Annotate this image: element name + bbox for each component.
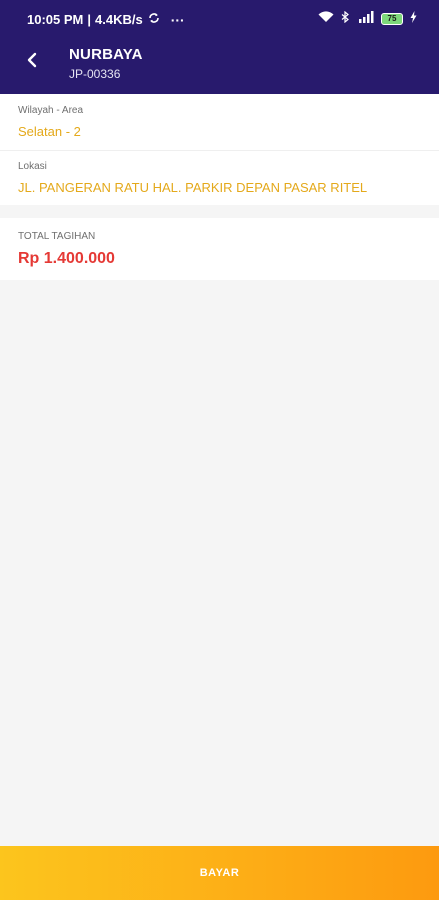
- lokasi-label: Lokasi: [18, 161, 47, 172]
- sync-icon: [147, 11, 161, 28]
- status-bar-right: 75: [318, 10, 417, 26]
- charging-icon: [410, 11, 417, 26]
- wifi-icon: [318, 11, 334, 26]
- pay-button[interactable]: BAYAR: [0, 846, 439, 900]
- billing-card: TOTAL TAGIHAN Rp 1.400.000: [0, 218, 439, 280]
- location-card: Wilayah - Area Selatan - 2 Lokasi JL. PA…: [0, 94, 439, 205]
- lokasi-value: JL. PANGERAN RATU HAL. PARKIR DEPAN PASA…: [18, 180, 368, 195]
- total-label: TOTAL TAGIHAN: [18, 231, 96, 242]
- bluetooth-icon: [341, 10, 349, 26]
- battery-level: 75: [387, 14, 397, 23]
- app-header: 10:05 PM | 4.4KB/s ··· 75 NURBAYA JP-003…: [0, 0, 439, 94]
- battery-icon: 75: [381, 12, 403, 25]
- total-value: Rp 1.400.000: [18, 250, 115, 267]
- status-network-speed: 4.4KB/s: [95, 12, 143, 27]
- more-notifications-icon: ···: [170, 11, 185, 28]
- status-bar: 10:05 PM | 4.4KB/s ··· 75: [0, 0, 439, 38]
- chevron-left-icon: [26, 52, 38, 73]
- status-separator: |: [87, 12, 92, 27]
- wilayah-label: Wilayah - Area: [18, 105, 84, 116]
- pay-button-label: BAYAR: [199, 867, 240, 879]
- status-bar-left: 10:05 PM | 4.4KB/s ···: [27, 11, 185, 28]
- signal-icon: [356, 11, 374, 26]
- page-subtitle: JP-00336: [69, 67, 121, 81]
- status-time: 10:05 PM: [27, 12, 84, 27]
- wilayah-value: Selatan - 2: [18, 124, 81, 139]
- divider: [0, 150, 439, 151]
- page-title: NURBAYA: [69, 46, 143, 63]
- back-button[interactable]: [20, 50, 44, 74]
